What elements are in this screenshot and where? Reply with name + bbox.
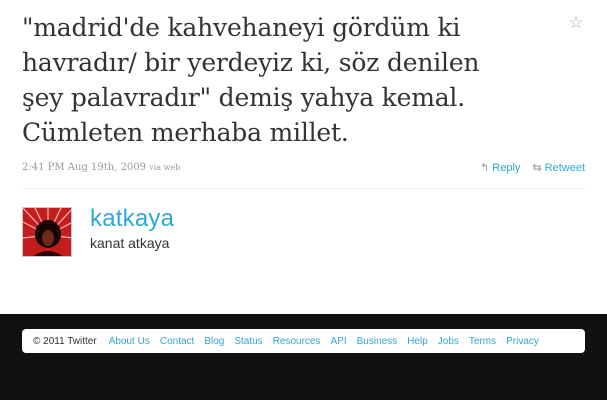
footer-link-status[interactable]: Status bbox=[234, 336, 262, 347]
reply-arrow-icon: ↰ bbox=[480, 162, 490, 174]
tweet-text: "madrid'de kahvehaneyi gördüm ki havradı… bbox=[22, 10, 562, 150]
divider bbox=[22, 188, 585, 189]
footer-link-about-us[interactable]: About Us bbox=[109, 336, 150, 347]
footer-link-api[interactable]: API bbox=[331, 336, 347, 347]
footer-link-privacy[interactable]: Privacy bbox=[506, 336, 539, 347]
author-full-name: kanat atkaya bbox=[90, 235, 170, 251]
footer-link-resources[interactable]: Resources bbox=[273, 336, 321, 347]
avatar[interactable] bbox=[22, 207, 72, 257]
footer: © 2011 Twitter About Us Contact Blog Sta… bbox=[22, 329, 585, 353]
tweet-text-line: Cümleten merhaba millet. bbox=[22, 118, 349, 147]
footer-link-jobs[interactable]: Jobs bbox=[438, 336, 459, 347]
footer-link-blog[interactable]: Blog bbox=[204, 336, 224, 347]
footer-link-business[interactable]: Business bbox=[357, 336, 398, 347]
footer-copyright: © 2011 Twitter bbox=[33, 335, 97, 347]
footer-link-help[interactable]: Help bbox=[407, 336, 428, 347]
author-screen-name[interactable]: katkaya bbox=[90, 205, 174, 233]
star-icon[interactable]: ☆ bbox=[567, 14, 585, 32]
page-background-band bbox=[0, 314, 607, 400]
tweet-actions: ↰ Reply ⇆ Retweet bbox=[480, 161, 585, 175]
footer-link-terms[interactable]: Terms bbox=[469, 336, 496, 347]
tweet-meta: 2:41 PM Aug 19th, 2009 via web bbox=[22, 162, 180, 173]
tweet-text-line: "madrid'de kahvehaneyi gördüm ki bbox=[22, 13, 461, 42]
tweet-text-line: şey palavradır" demiş yahya kemal. bbox=[22, 83, 465, 112]
retweet-label: Retweet bbox=[544, 161, 585, 174]
tweet-timestamp[interactable]: 2:41 PM Aug 19th, 2009 bbox=[22, 162, 146, 173]
retweet-button[interactable]: ⇆ Retweet bbox=[532, 161, 585, 175]
tweet-source: via web bbox=[149, 163, 181, 172]
avatar-image bbox=[23, 208, 71, 256]
retweet-icon: ⇆ bbox=[532, 162, 542, 174]
reply-button[interactable]: ↰ Reply bbox=[480, 161, 521, 175]
tweet-text-line: havradır/ bir yerdeyiz ki, söz denilen bbox=[22, 48, 480, 77]
tweet-card: "madrid'de kahvehaneyi gördüm ki havradı… bbox=[0, 0, 607, 314]
footer-links: About Us Contact Blog Status Resources A… bbox=[109, 336, 539, 347]
reply-label: Reply bbox=[492, 161, 521, 174]
footer-link-contact[interactable]: Contact bbox=[160, 336, 194, 347]
